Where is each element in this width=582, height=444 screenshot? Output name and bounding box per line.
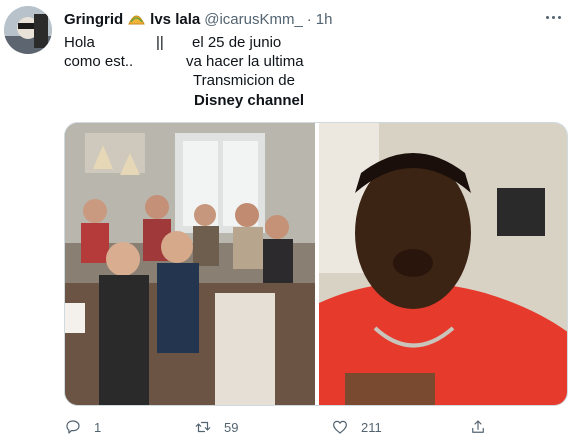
reply-icon	[66, 420, 80, 434]
display-name-suffix: lvs lala	[150, 10, 201, 28]
retweet-button[interactable]: 59	[194, 418, 238, 436]
tweet-actions: 1 59 211	[64, 418, 568, 440]
share-icon	[472, 420, 484, 433]
tweet-text-line: ||	[156, 34, 164, 51]
tweet-media[interactable]	[64, 122, 568, 406]
share-button[interactable]	[469, 418, 487, 436]
tweet-text-line: va hacer la ultima	[186, 53, 304, 70]
like-icon	[333, 420, 347, 434]
like-button[interactable]: 211	[331, 418, 382, 436]
like-count: 211	[361, 419, 382, 435]
user-handle[interactable]: @icarusKmm_	[204, 11, 303, 28]
tweet-header: Gringrid lvs lala @icarusKmm_ · 1h	[64, 9, 332, 29]
avatar[interactable]	[4, 6, 52, 54]
tweet-text-line: Hola	[64, 34, 95, 51]
emoji-taco-icon	[128, 12, 145, 26]
tweet-text-line: Disney channel	[194, 92, 305, 109]
tweet-text-line: como est..	[64, 53, 134, 70]
left-media-image	[65, 123, 315, 405]
display-name[interactable]: Gringrid	[64, 11, 123, 28]
tweet[interactable]: Gringrid lvs lala @icarusKmm_ · 1h Hola …	[0, 0, 582, 444]
tweet-text-line: Transmicion de	[193, 72, 295, 89]
retweet-icon	[195, 421, 211, 433]
retweet-count: 59	[224, 419, 239, 435]
tweet-text-line: el 25 de junio	[192, 34, 282, 51]
right-media-image	[319, 123, 567, 405]
separator-dot: ·	[306, 10, 312, 28]
more-icon[interactable]	[542, 7, 564, 27]
reply-count: 1	[94, 419, 102, 435]
timestamp[interactable]: 1h	[316, 11, 333, 28]
reply-button[interactable]: 1	[64, 418, 101, 436]
